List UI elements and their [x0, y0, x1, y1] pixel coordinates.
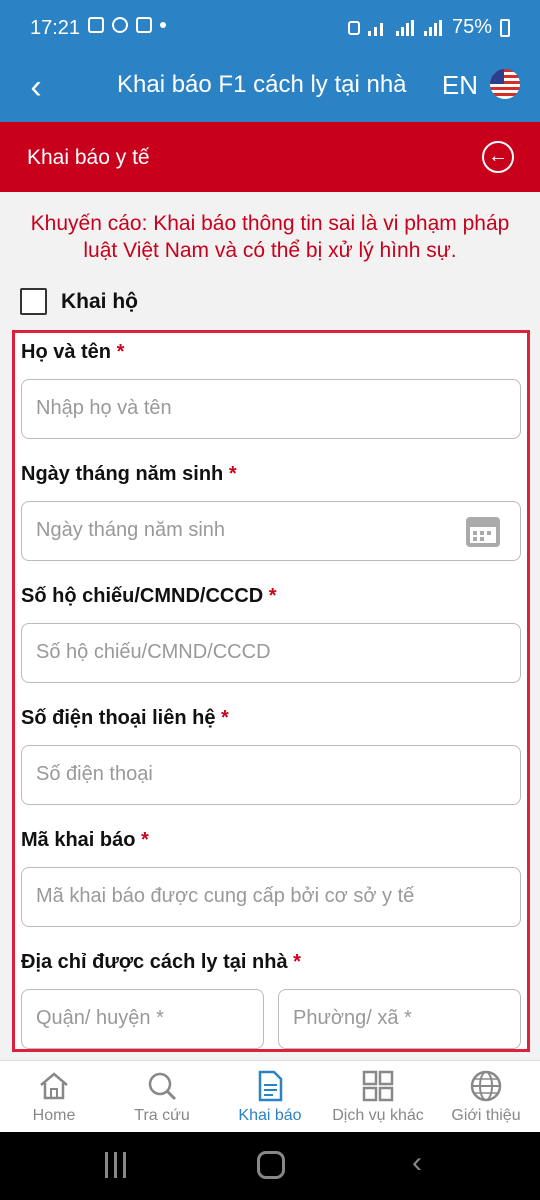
nav-other-services-label: Dịch vụ khác: [332, 1107, 424, 1124]
alarm-icon: [347, 20, 360, 35]
nav-about-label: Giới thiệu: [451, 1107, 521, 1124]
recent-apps-button[interactable]: [105, 1152, 135, 1178]
battery-percent: 75%: [451, 16, 492, 38]
nav-home[interactable]: Home: [0, 1061, 108, 1133]
id-number-label: Số hộ chiếu/CMND/CCCD *: [21, 585, 277, 607]
battery-icon: [500, 18, 510, 37]
nav-search[interactable]: Tra cứu: [108, 1061, 216, 1133]
declaration-form: Họ và tên * Nhập họ và tên Ngày tháng nă…: [12, 330, 530, 1052]
nav-declare[interactable]: Khai báo: [216, 1061, 324, 1133]
district-input[interactable]: Quận/ huyện *: [21, 989, 264, 1049]
gallery-icon: [88, 17, 104, 33]
khai-ho-row[interactable]: Khai hộ: [20, 288, 138, 315]
globe-icon: [470, 1070, 502, 1102]
grid-icon: [362, 1070, 394, 1102]
section-title: Khai báo y tế: [27, 146, 150, 169]
notification-icons: [88, 17, 166, 33]
khai-ho-label: Khai hộ: [61, 289, 138, 313]
nav-declare-label: Khai báo: [238, 1107, 302, 1124]
signal-lte1-icon: [395, 19, 416, 36]
system-icons: 75%: [347, 16, 510, 39]
khai-ho-checkbox[interactable]: [20, 288, 47, 315]
messenger-icon: [112, 17, 128, 33]
back-arrow-icon[interactable]: ‹: [18, 68, 54, 107]
main-content: Khuyến cáo: Khai báo thông tin sai là vi…: [0, 192, 540, 1060]
address-label: Địa chỉ được cách ly tại nhà *: [21, 951, 301, 973]
code-input[interactable]: Mã khai báo được cung cấp bởi cơ sở y tế: [21, 867, 521, 927]
more-notifications-icon: [160, 22, 166, 28]
home-button[interactable]: [257, 1151, 285, 1179]
nav-other-services[interactable]: Dịch vụ khác: [324, 1061, 432, 1133]
document-icon: [258, 1070, 283, 1102]
status-time: 17:21: [30, 17, 81, 39]
status-bar: 17:21 75%: [0, 0, 540, 58]
language-toggle[interactable]: EN: [442, 70, 478, 101]
phone-input[interactable]: Số điện thoại: [21, 745, 521, 805]
circle-back-arrow-icon[interactable]: ←: [482, 141, 514, 173]
code-label: Mã khai báo *: [21, 829, 149, 851]
dob-placeholder: Ngày tháng năm sinh: [36, 519, 226, 541]
section-header: Khai báo y tế ←: [0, 122, 540, 192]
nav-about[interactable]: Giới thiệu: [432, 1061, 540, 1133]
name-input[interactable]: Nhập họ và tên: [21, 379, 521, 439]
calendar-icon[interactable]: [466, 517, 500, 547]
nav-home-label: Home: [32, 1107, 76, 1124]
bottom-navigation: Home Tra cứu Khai báo Dịch vụ khác Giới …: [0, 1060, 540, 1132]
chat-icon: [136, 17, 152, 33]
id-number-input[interactable]: Số hộ chiếu/CMND/CCCD: [21, 623, 521, 683]
nav-search-label: Tra cứu: [134, 1107, 190, 1124]
home-icon: [40, 1072, 68, 1100]
phone-label: Số điện thoại liên hệ *: [21, 707, 229, 729]
ward-input[interactable]: Phường/ xã *: [278, 989, 521, 1049]
name-label: Họ và tên *: [21, 341, 125, 363]
search-icon: [148, 1072, 177, 1101]
signal-lte2-icon: [423, 19, 444, 36]
wifi-icon: [367, 20, 388, 36]
page-title: Khai báo F1 cách ly tại nhà: [117, 71, 407, 98]
system-back-button[interactable]: ‹: [412, 1146, 422, 1180]
dob-label: Ngày tháng năm sinh *: [21, 463, 237, 485]
us-flag-icon[interactable]: [490, 69, 520, 99]
system-navigation-bar: ‹: [0, 1132, 540, 1200]
dob-input[interactable]: Ngày tháng năm sinh: [21, 501, 521, 561]
warning-text: Khuyến cáo: Khai báo thông tin sai là vi…: [30, 212, 510, 262]
app-bar: ‹ Khai báo F1 cách ly tại nhà EN: [0, 58, 540, 122]
